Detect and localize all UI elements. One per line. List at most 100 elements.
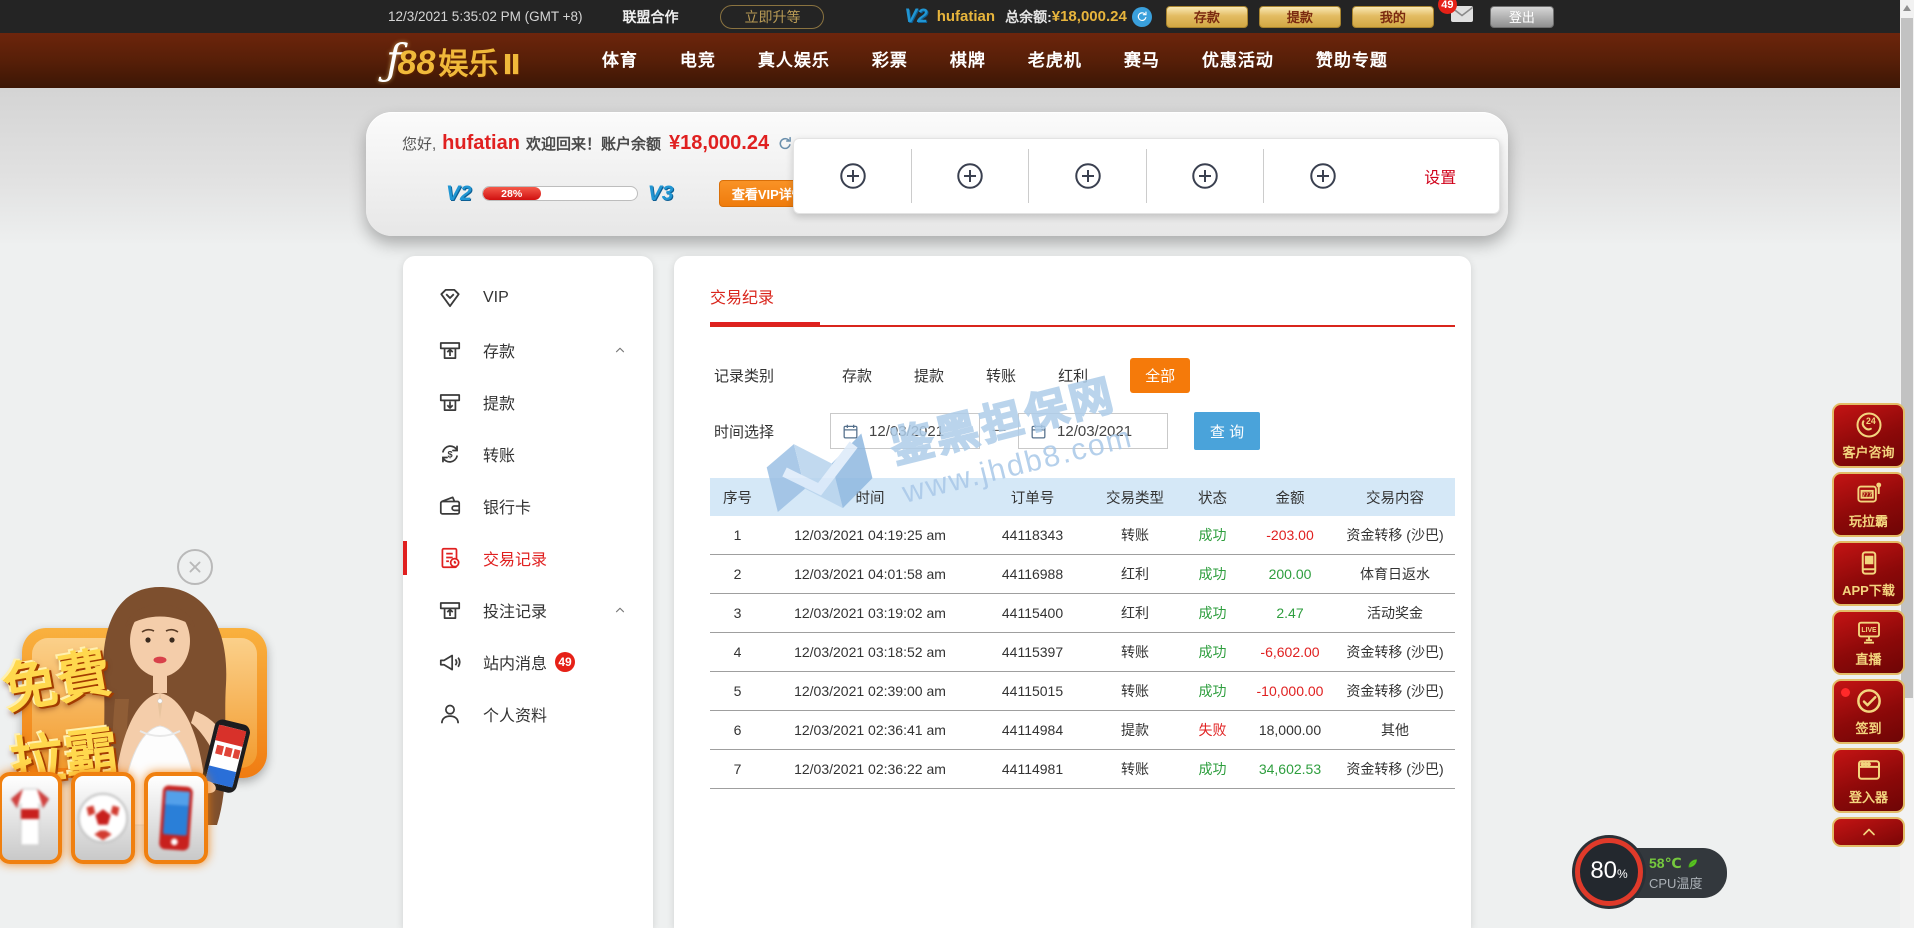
quick-add-slot[interactable] <box>794 139 912 213</box>
float-button-APP下载[interactable]: APP下载 <box>1832 541 1905 606</box>
football-icon <box>75 789 131 847</box>
sidebar-item-站内消息[interactable]: 站内消息 49 <box>403 636 653 688</box>
date-from-value: 12/03/2021 <box>869 423 944 440</box>
greeting: 您好, hufatian 欢迎回来！账户余额 ¥18,000.24 <box>402 132 794 155</box>
deposit-button[interactable]: 存款 <box>1166 6 1248 28</box>
table-row: 6 12/03/2021 02:36:41 am 44114984 提款 失败 … <box>710 711 1455 750</box>
sidebar-item-icon <box>437 389 463 415</box>
float-button-签到[interactable]: 签到 <box>1832 679 1905 744</box>
sidebar-item-提款[interactable]: 提款 <box>403 376 653 428</box>
promo-banner[interactable]: 免費 拉霸 <box>0 537 290 882</box>
filter-option[interactable]: 全部 <box>1130 358 1190 393</box>
messages-button[interactable]: 49 <box>1450 5 1474 28</box>
cpu-temp-value: 58℃ <box>1649 855 1682 872</box>
cell-order-number: 44115400 <box>975 605 1090 621</box>
calendar-icon <box>1029 422 1048 441</box>
cell-seq: 6 <box>710 722 765 738</box>
filter-option[interactable]: 转账 <box>986 365 1016 386</box>
nav-item[interactable]: 电竞 <box>659 33 737 88</box>
nav-item[interactable]: 棋牌 <box>929 33 1007 88</box>
nav-item[interactable]: 优惠活动 <box>1181 33 1295 88</box>
sidebar-item-VIP[interactable]: VIP <box>403 272 653 324</box>
filter-option[interactable]: 存款 <box>842 365 872 386</box>
scrollbar-up-arrow[interactable] <box>1900 0 1914 16</box>
mine-button[interactable]: 我的 <box>1352 6 1434 28</box>
nav-item[interactable]: 老虎机 <box>1007 33 1103 88</box>
query-button[interactable]: 查 询 <box>1194 412 1260 450</box>
cell-status: 成功 <box>1180 564 1245 584</box>
unread-badge: 49 <box>555 652 575 672</box>
quick-add-slot[interactable] <box>912 139 1030 213</box>
sidebar-item-交易记录[interactable]: 交易记录 <box>403 532 653 584</box>
table-row: 7 12/03/2021 02:36:22 am 44114981 转账 成功 … <box>710 750 1455 789</box>
sidebar-item-个人资料[interactable]: 个人资料 <box>403 688 653 740</box>
refresh-icon[interactable] <box>776 135 794 153</box>
cell-transaction-type: 转账 <box>1090 681 1180 701</box>
cell-time: 12/03/2021 02:36:22 am <box>765 761 975 777</box>
table-row: 2 12/03/2021 04:01:58 am 44116988 红利 成功 … <box>710 555 1455 594</box>
vip-next-badge: V3 <box>648 182 674 206</box>
sidebar-item-存款[interactable]: 存款 <box>403 324 653 376</box>
table-row: 3 12/03/2021 03:19:02 am 44115400 红利 成功 … <box>710 594 1455 633</box>
float-button-直播[interactable]: 直播 <box>1832 610 1905 675</box>
withdraw-button[interactable]: 提款 <box>1259 6 1341 28</box>
date-from-input[interactable]: 12/03/2021 <box>830 413 980 449</box>
cell-order-number: 44115015 <box>975 683 1090 699</box>
quick-add-slot[interactable] <box>1029 139 1147 213</box>
sidebar-item-转账[interactable]: 转账 <box>403 428 653 480</box>
date-to-input[interactable]: 12/03/2021 <box>1018 413 1168 449</box>
nav-item[interactable]: 体育 <box>581 33 659 88</box>
cell-seq: 2 <box>710 566 765 582</box>
cell-seq: 5 <box>710 683 765 699</box>
nav-item[interactable]: 赞助专题 <box>1295 33 1409 88</box>
quick-add-slot[interactable] <box>1264 139 1382 213</box>
sidebar-item-银行卡[interactable]: 银行卡 <box>403 480 653 532</box>
cell-status: 失败 <box>1180 720 1245 740</box>
nav-item[interactable]: 彩票 <box>851 33 929 88</box>
float-button-label: 签到 <box>1855 718 1881 737</box>
cell-order-number: 44118343 <box>975 527 1090 543</box>
sidebar-item-label: VIP <box>483 289 509 307</box>
refresh-balance-icon[interactable] <box>1132 7 1152 27</box>
float-button-icon <box>1854 548 1884 578</box>
settings-button[interactable]: 设置 <box>1382 139 1500 213</box>
float-button-登入器[interactable]: 登入器 <box>1832 748 1905 813</box>
logout-button[interactable]: 登出 <box>1490 6 1554 28</box>
plus-circle-icon <box>1072 160 1104 192</box>
smartphone-icon <box>154 782 198 854</box>
cell-seq: 1 <box>710 527 765 543</box>
filter-option[interactable]: 提款 <box>914 365 944 386</box>
collapse-shortcuts-button[interactable] <box>1832 817 1905 847</box>
quick-add-slot[interactable] <box>1147 139 1265 213</box>
logo-text: 娱乐 <box>438 39 498 83</box>
float-button-客户咨询[interactable]: 客户咨询 <box>1832 403 1905 468</box>
category-label: 记录类别 <box>714 365 774 386</box>
upgrade-button[interactable]: 立即升等 <box>720 5 824 29</box>
nav-item[interactable]: 真人娱乐 <box>737 33 851 88</box>
table-header-cell: 金额 <box>1245 487 1335 508</box>
cell-amount: -6,602.00 <box>1245 644 1335 660</box>
slot-reel <box>144 772 208 864</box>
filter-option[interactable]: 红利 <box>1058 365 1088 386</box>
float-button-玩拉霸[interactable]: 玩拉霸 <box>1832 472 1905 537</box>
sidebar-item-label: 投注记录 <box>483 598 547 622</box>
sidebar-item-icon <box>437 649 463 675</box>
close-icon <box>184 556 206 578</box>
cell-transaction-type: 转账 <box>1090 525 1180 545</box>
cell-amount: 34,602.53 <box>1245 761 1335 777</box>
cell-time: 12/03/2021 02:36:41 am <box>765 722 975 738</box>
tab-transaction-records[interactable]: 交易纪录 <box>710 284 774 308</box>
sidebar-item-label: 交易记录 <box>483 546 547 570</box>
date-range-separator: 一 <box>992 421 1006 441</box>
site-logo[interactable]: ƒ 88 娱乐 Ⅱ <box>386 39 521 83</box>
nav-item[interactable]: 赛马 <box>1103 33 1181 88</box>
sidebar-item-label: 站内消息 <box>483 650 547 674</box>
alliance-link[interactable]: 联盟合作 <box>622 7 678 27</box>
balance-value: ¥18,000.24 <box>1052 8 1127 25</box>
sidebar-item-投注记录[interactable]: 投注记录 <box>403 584 653 636</box>
sidebar-item-label: 存款 <box>483 338 515 362</box>
cell-amount: 2.47 <box>1245 605 1335 621</box>
sidebar-item-label: 提款 <box>483 390 515 414</box>
plus-circle-icon <box>954 160 986 192</box>
cell-transaction-type: 转账 <box>1090 642 1180 662</box>
